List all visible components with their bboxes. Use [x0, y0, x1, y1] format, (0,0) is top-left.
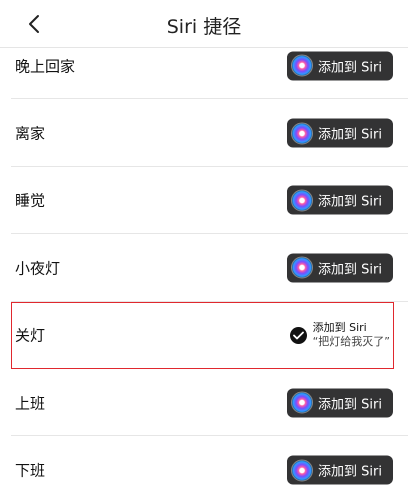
add-to-siri-button[interactable]: 添加到 Siri — [287, 388, 393, 418]
add-to-siri-label: 添加到 Siri — [318, 262, 382, 278]
siri-icon — [291, 459, 313, 482]
shortcut-label: 晚上回家 — [15, 57, 76, 76]
siri-icon — [291, 256, 313, 279]
list-item: 睡觉 添加到 Siri — [0, 167, 408, 235]
added-title: 添加到 Siri — [312, 321, 367, 335]
shortcut-label: 下班 — [15, 461, 46, 480]
add-to-siri-button[interactable]: 添加到 Siri — [287, 253, 393, 283]
siri-icon — [291, 391, 313, 414]
add-to-siri-label: 添加到 Siri — [318, 194, 382, 210]
add-to-siri-label: 添加到 Siri — [318, 127, 382, 143]
shortcut-label: 离家 — [15, 124, 46, 143]
shortcut-label: 上班 — [15, 394, 46, 413]
shortcut-label: 关灯 — [15, 326, 46, 345]
list-item: 离家 添加到 Siri — [0, 99, 408, 167]
list-item: 晚上回家 添加到 Siri — [0, 32, 408, 100]
shortcut-label: 睡觉 — [15, 191, 46, 210]
list-item: 下班 添加到 Siri — [0, 436, 408, 503]
siri-phrase: “把灯给我灭了” — [312, 335, 390, 349]
siri-icon — [291, 189, 313, 212]
add-to-siri-label: 添加到 Siri — [318, 397, 382, 413]
siri-added-status[interactable]: 添加到 Siri “把灯给我灭了” — [289, 321, 390, 349]
added-text: 添加到 Siri “把灯给我灭了” — [313, 321, 390, 349]
add-to-siri-label: 添加到 Siri — [318, 464, 382, 480]
list-item: 小夜灯 添加到 Siri — [0, 234, 408, 302]
shortcut-list: 晚上回家 添加到 Siri 离家 添加到 Siri 睡觉 添加到 Siri 小夜… — [0, 32, 408, 504]
siri-icon — [291, 54, 313, 77]
siri-icon — [291, 122, 313, 145]
list-item-added[interactable]: 关灯 添加到 Siri “把灯给我灭了” — [11, 301, 394, 369]
add-to-siri-button[interactable]: 添加到 Siri — [287, 455, 393, 485]
list-item: 上班 添加到 Siri — [0, 369, 408, 437]
shortcut-label: 小夜灯 — [15, 259, 61, 278]
checkmark-icon — [289, 326, 307, 344]
add-to-siri-label: 添加到 Siri — [318, 60, 382, 76]
add-to-siri-button[interactable]: 添加到 Siri — [287, 51, 393, 81]
add-to-siri-button[interactable]: 添加到 Siri — [287, 185, 393, 215]
add-to-siri-button[interactable]: 添加到 Siri — [287, 118, 393, 148]
